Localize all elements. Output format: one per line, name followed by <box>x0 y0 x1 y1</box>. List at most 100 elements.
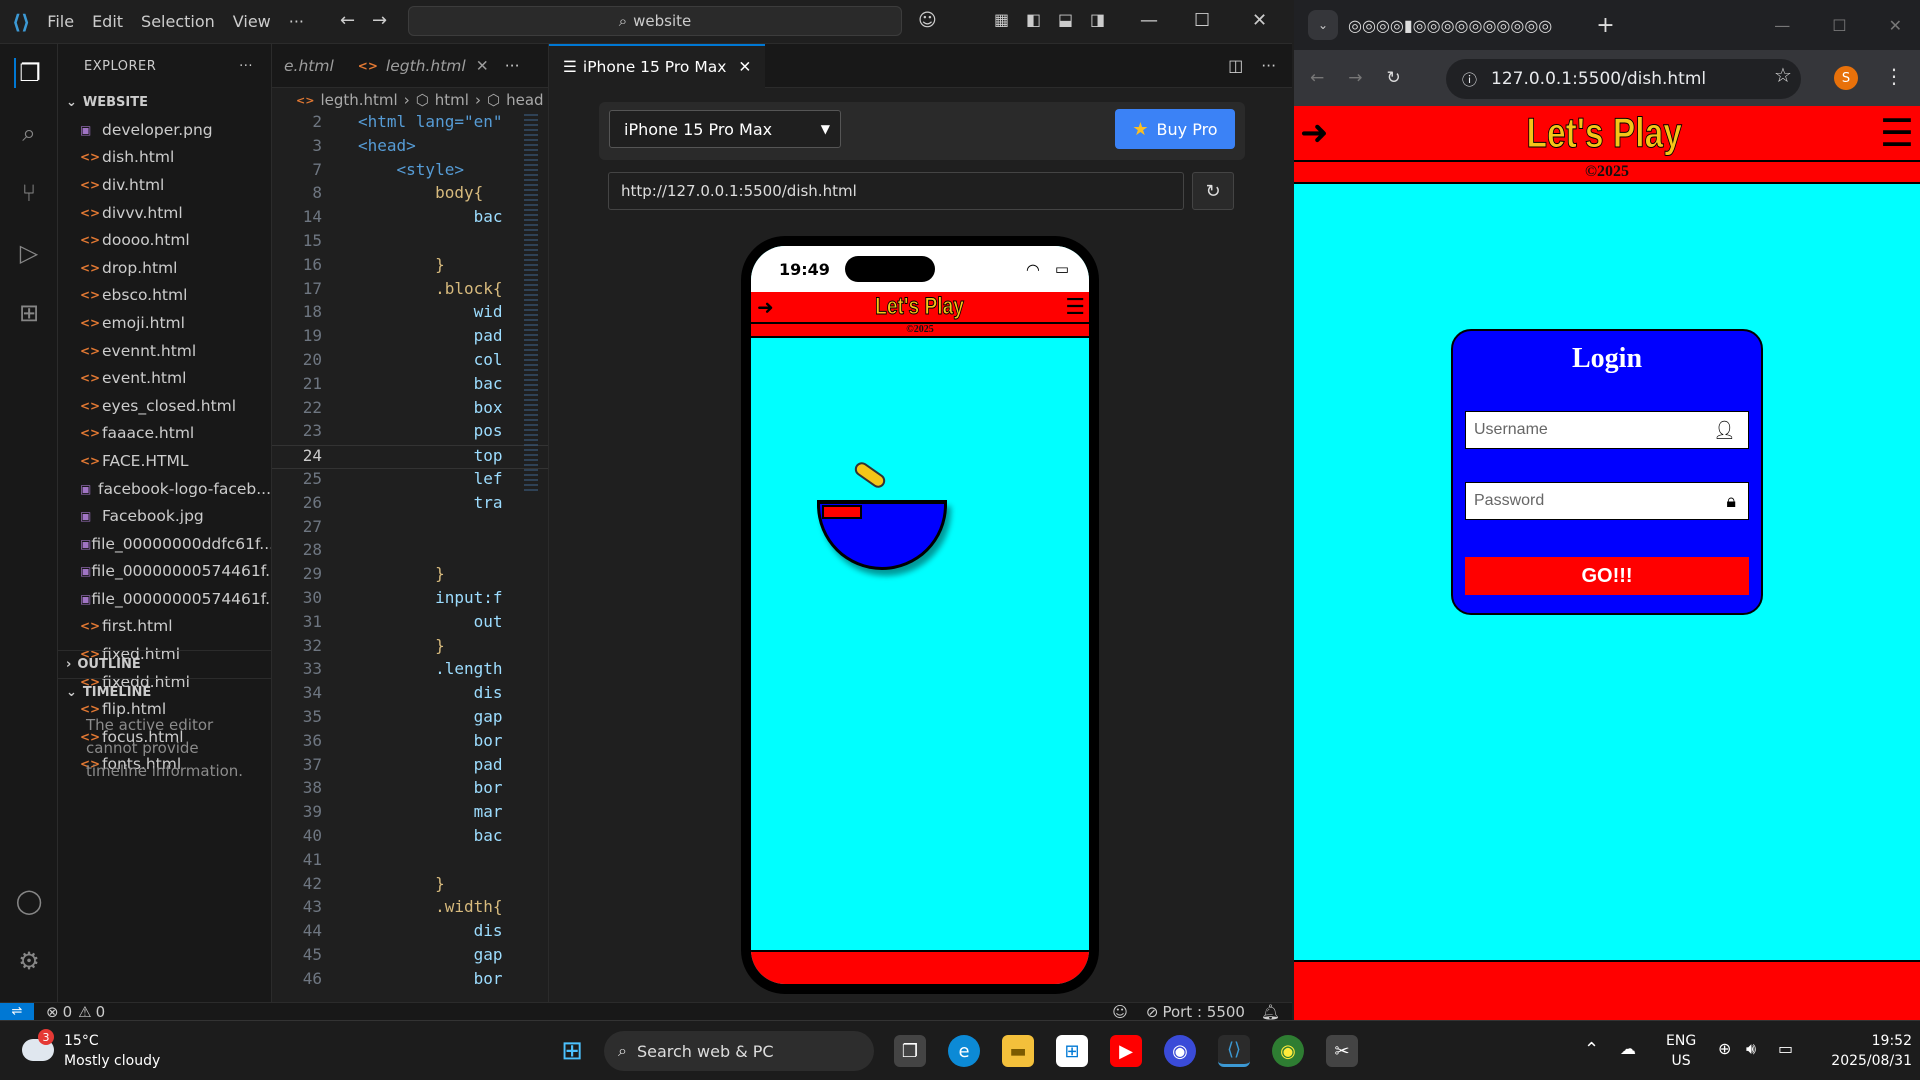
tab-favicon-icon[interactable]: ◎◎◎◎▮◎◎◎◎◎◎◎◎◎◎ <box>1348 16 1552 35</box>
file-item[interactable]: <> dish.html <box>58 144 271 172</box>
folder-header[interactable]: ⌄ WEBSITE <box>58 88 271 116</box>
file-item[interactable]: <> doooo.html <box>58 226 271 254</box>
code-line[interactable]: 22 box <box>272 398 548 422</box>
buy-pro-button[interactable]: ★ Buy Pro <box>1115 109 1235 149</box>
minimize-icon[interactable]: — <box>1140 10 1158 31</box>
breadcrumb-html[interactable]: html <box>435 91 469 109</box>
layout-icon[interactable]: ▦ <box>994 10 1009 29</box>
file-item[interactable]: ▣ Facebook.jpg <box>58 502 271 530</box>
extensions-icon[interactable]: ⊞ <box>14 298 44 328</box>
reload-icon[interactable]: ↻ <box>1387 68 1401 88</box>
code-line[interactable]: 37 pad <box>272 755 548 779</box>
explorer-icon[interactable]: ❐ <box>14 58 44 88</box>
error-icon[interactable]: ⊗ <box>46 1003 59 1021</box>
breadcrumb-file[interactable]: legth.html <box>320 91 397 109</box>
file-item[interactable]: <> drop.html <box>58 254 271 282</box>
preview-url-input[interactable]: http://127.0.0.1:5500/dish.html <box>608 172 1184 210</box>
search-icon[interactable]: ⌕ <box>14 118 44 148</box>
edge-icon[interactable]: e <box>948 1035 980 1067</box>
globe-icon[interactable]: ⊕ <box>1718 1039 1731 1058</box>
close-tab-icon[interactable]: ✕ <box>738 58 751 76</box>
copilot-app-icon[interactable]: ◉ <box>1164 1035 1196 1067</box>
code-line[interactable]: 20 col <box>272 350 548 374</box>
code-line[interactable]: 27 <box>272 517 548 541</box>
file-item[interactable]: <> eyes_closed.html <box>58 392 271 420</box>
close-icon[interactable]: ✕ <box>1252 10 1267 31</box>
code-line[interactable]: 21 bac <box>272 374 548 398</box>
code-line[interactable]: 38 bor <box>272 778 548 802</box>
login-arrow-icon[interactable]: ➜ <box>1300 113 1329 153</box>
minimap[interactable] <box>524 114 538 494</box>
file-item[interactable]: <> first.html <box>58 613 271 641</box>
warning-count[interactable]: 0 <box>96 1003 106 1021</box>
start-button[interactable]: ⊞ <box>556 1035 588 1067</box>
code-line[interactable]: 36 bor <box>272 731 548 755</box>
microsoft-store-icon[interactable]: ⊞ <box>1056 1035 1088 1067</box>
browser-menu-icon[interactable]: ⋮ <box>1884 64 1904 88</box>
code-line[interactable]: 40 bac <box>272 826 548 850</box>
forward-arrow-icon[interactable]: → <box>1348 68 1362 88</box>
timeline-section[interactable]: ⌄ TIMELINE <box>58 678 271 706</box>
profile-avatar[interactable]: S <box>1834 66 1858 90</box>
menu-view[interactable]: View <box>224 12 280 31</box>
code-line[interactable]: 2 <html lang="en" <box>272 112 548 136</box>
file-item[interactable]: ▣ facebook-logo-faceb... <box>58 475 271 503</box>
new-tab-icon[interactable]: + <box>1596 13 1614 38</box>
notifications-bell-icon[interactable]: 🔔︎ <box>1261 1003 1280 1021</box>
code-line[interactable]: 3 <head> <box>272 136 548 160</box>
code-line[interactable]: 18 wid <box>272 302 548 326</box>
code-line[interactable]: 29 } <box>272 564 548 588</box>
split-editor-icon[interactable]: ◫ <box>1228 56 1243 75</box>
code-line[interactable]: 24 top <box>272 445 548 469</box>
code-line[interactable]: 17 .block{ <box>272 279 548 303</box>
hamburger-menu-icon[interactable]: ☰ <box>1065 295 1085 320</box>
show-hidden-icons[interactable]: ⌃ <box>1584 1039 1599 1060</box>
toggle-sidebar-icon[interactable]: ◧ <box>1026 10 1041 29</box>
code-line[interactable]: 33 .length <box>272 659 548 683</box>
toggle-secondary-icon[interactable]: ◨ <box>1090 10 1105 29</box>
file-item[interactable]: ▣ file_00000000ddfc61f... <box>58 530 271 558</box>
menu-selection[interactable]: Selection <box>132 12 224 31</box>
tab-device-preview[interactable]: ☰ iPhone 15 Pro Max ✕ <box>549 43 766 88</box>
error-count[interactable]: 0 <box>63 1003 73 1021</box>
weather-widget[interactable]: 3 15°C Mostly cloudy <box>22 1029 182 1073</box>
outline-section[interactable]: › OUTLINE <box>58 650 271 678</box>
login-arrow-icon[interactable]: ➜ <box>757 295 774 319</box>
copilot-status-icon[interactable]: ☺ <box>1112 1003 1128 1021</box>
code-line[interactable]: 42 } <box>272 874 548 898</box>
file-item[interactable]: <> faaace.html <box>58 420 271 448</box>
device-select[interactable]: iPhone 15 Pro Max ▼ <box>609 110 841 148</box>
back-arrow-icon[interactable]: ← <box>340 10 355 31</box>
file-item[interactable]: <> div.html <box>58 171 271 199</box>
more-actions-icon[interactable]: ··· <box>239 59 253 74</box>
close-icon[interactable]: ✕ <box>1889 16 1902 35</box>
code-line[interactable]: 45 gap <box>272 945 548 969</box>
code-line[interactable]: 28 <box>272 540 548 564</box>
source-control-icon[interactable]: ⑂ <box>14 178 44 208</box>
code-line[interactable]: 15 <box>272 231 548 255</box>
warning-icon[interactable]: ⚠ <box>78 1003 91 1021</box>
file-item[interactable]: <> divvv.html <box>58 199 271 227</box>
minimize-icon[interactable]: — <box>1774 16 1790 35</box>
file-item[interactable]: <> emoji.html <box>58 309 271 337</box>
language-indicator[interactable]: ENG US <box>1666 1031 1696 1071</box>
file-explorer-icon[interactable]: ▬ <box>1002 1035 1034 1067</box>
network-off-icon[interactable]: ☁ <box>1620 1039 1636 1058</box>
battery-icon[interactable]: ▭ <box>1778 1039 1793 1058</box>
code-line[interactable]: 34 dis <box>272 683 548 707</box>
back-arrow-icon[interactable]: ← <box>1310 68 1324 88</box>
maximize-icon[interactable]: ☐ <box>1832 16 1846 35</box>
password-input[interactable]: Password 🔒︎ <box>1465 482 1749 520</box>
account-icon[interactable]: ◯ <box>14 886 44 916</box>
taskbar-search[interactable]: ⌕ Search web & PC <box>604 1031 874 1071</box>
forward-arrow-icon[interactable]: → <box>372 10 387 31</box>
code-line[interactable]: 35 gap <box>272 707 548 731</box>
file-item[interactable]: ▣ developer.png <box>58 116 271 144</box>
code-line[interactable]: 7 <style> <box>272 160 548 184</box>
code-line[interactable]: 19 pad <box>272 326 548 350</box>
code-line[interactable]: 8 body{ <box>272 183 548 207</box>
code-line[interactable]: 43 .width{ <box>272 897 548 921</box>
tab-legth[interactable]: <> legth.html ✕ <box>346 44 501 88</box>
breadcrumb-head[interactable]: head <box>506 91 543 109</box>
code-line[interactable]: 14 bac <box>272 207 548 231</box>
